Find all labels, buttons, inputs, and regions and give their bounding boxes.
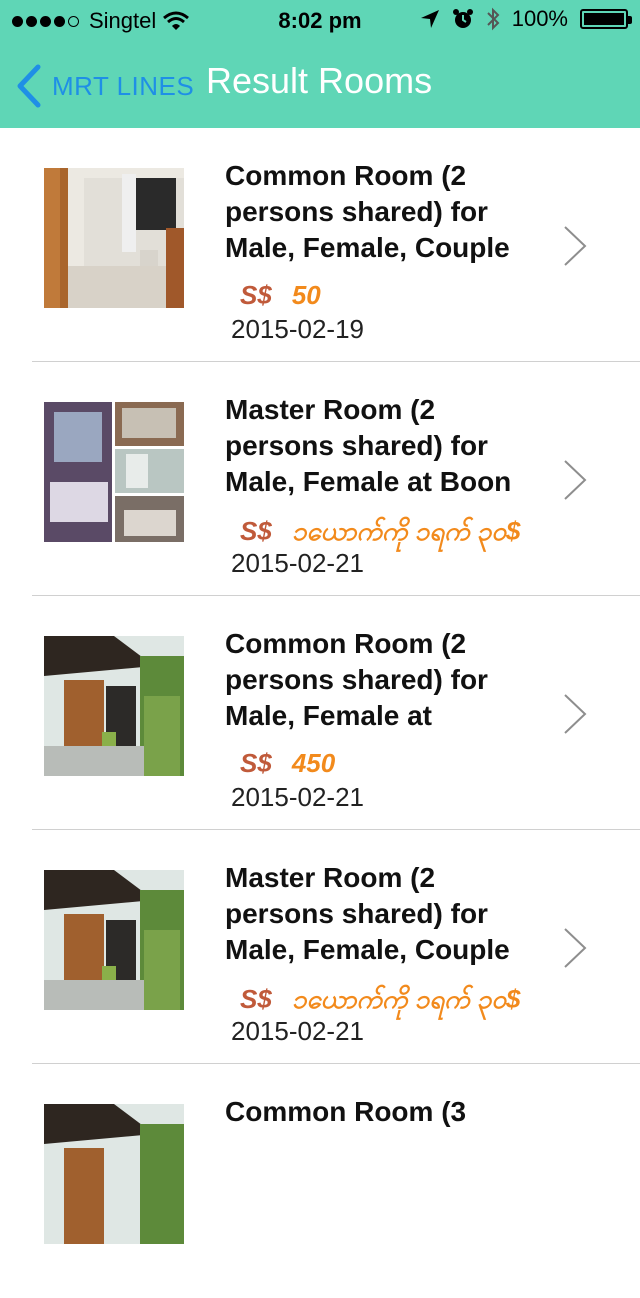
room-title: Common Room (3: [225, 1096, 467, 1127]
app-header: Singtel 8:02 pm 100% MRT LINES Result Ro…: [0, 0, 640, 128]
room-thumbnail: [44, 870, 184, 1010]
status-bar: Singtel 8:02 pm 100%: [0, 0, 640, 40]
navigation-bar: MRT LINES Result Rooms: [0, 40, 640, 128]
chevron-left-icon: [17, 64, 41, 108]
room-title: Common Room (2 persons shared) for Male,…: [225, 160, 510, 263]
bluetooth-icon: [487, 7, 500, 31]
room-thumbnail: [44, 1104, 184, 1244]
room-thumbnail: [44, 402, 184, 542]
back-button[interactable]: MRT LINES: [16, 64, 194, 108]
location-arrow-icon: [420, 10, 439, 28]
room-title: Master Room (2 persons shared) for Male,…: [225, 394, 512, 497]
price-currency: S$: [240, 280, 272, 310]
room-title: Master Room (2 persons shared) for Male,…: [225, 862, 510, 965]
page-title: Result Rooms: [206, 60, 433, 101]
room-price: S$ 50: [240, 280, 321, 311]
alarm-clock-icon: [452, 9, 473, 28]
back-button-label: MRT LINES: [52, 70, 195, 101]
room-date: 2015-02-21: [231, 1016, 364, 1046]
chevron-right-icon: [564, 226, 587, 266]
room-thumbnail: [44, 636, 184, 776]
price-currency: S$: [240, 516, 272, 546]
room-list-item[interactable]: Common Room (2 persons shared) for Male,…: [0, 128, 640, 362]
room-list: Common Room (2 persons shared) for Male,…: [0, 128, 640, 1298]
room-list-item[interactable]: Master Room (2 persons shared) for Male,…: [0, 830, 640, 1064]
chevron-right-icon: [564, 928, 587, 968]
price-value: 450: [291, 748, 336, 778]
room-date: 2015-02-21: [231, 548, 364, 578]
price-currency: S$: [240, 984, 272, 1014]
room-list-item[interactable]: Common Room (2 persons shared) for Male,…: [0, 596, 640, 830]
battery-percentage: 100%: [511, 6, 568, 31]
room-date: 2015-02-19: [231, 314, 364, 344]
chevron-right-icon: [564, 694, 587, 734]
room-title: Common Room (2 persons shared) for Male,…: [225, 628, 488, 731]
price-currency: S$: [240, 748, 272, 778]
status-right: 100%: [420, 6, 632, 32]
room-thumbnail: [44, 168, 184, 308]
chevron-right-icon: [564, 460, 587, 500]
room-price: S$ 450: [240, 748, 335, 779]
room-date: 2015-02-21: [231, 782, 364, 812]
room-list-item[interactable]: Common Room (3: [0, 1064, 640, 1298]
price-value: 50: [291, 280, 321, 310]
battery-icon: [580, 9, 632, 29]
room-list-item[interactable]: Master Room (2 persons shared) for Male,…: [0, 362, 640, 596]
